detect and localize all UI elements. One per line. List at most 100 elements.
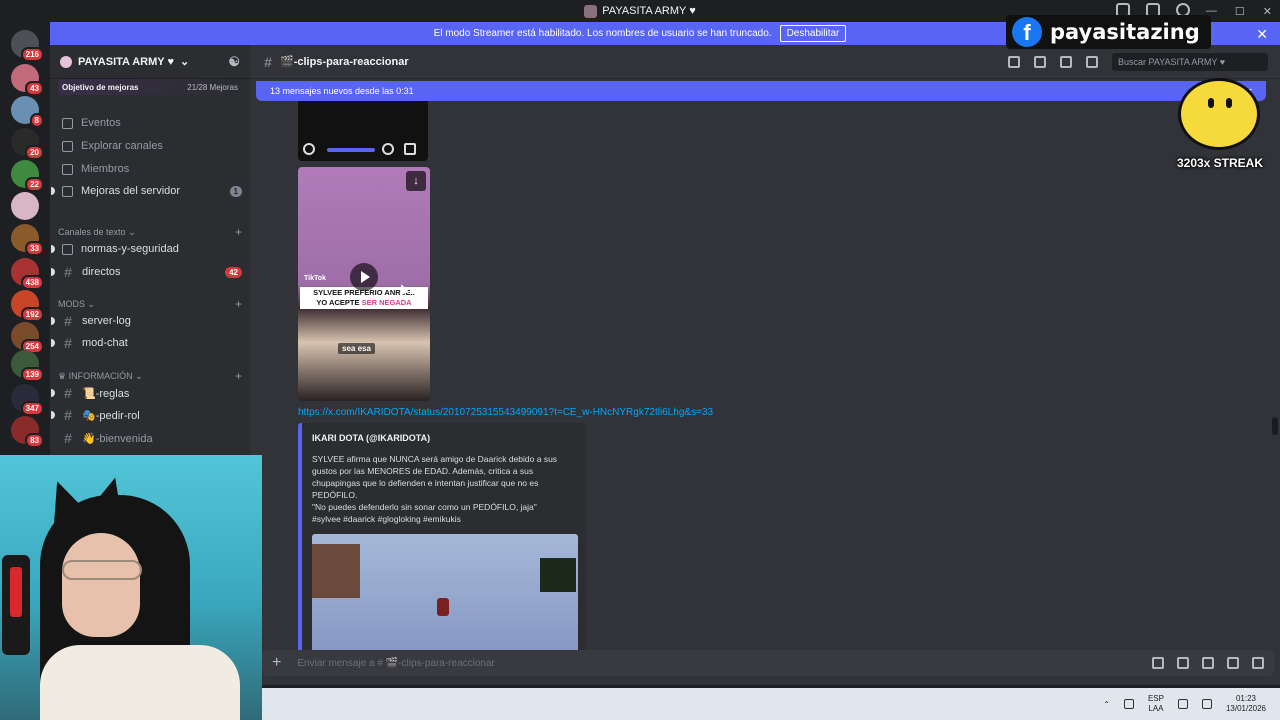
channel-pedir-rol[interactable]: # 🎭-pedir-rol <box>51 404 242 426</box>
mascot-icon <box>1178 78 1260 150</box>
unread-indicator <box>51 339 55 347</box>
chevron-up-icon[interactable]: ⌃ <box>1103 700 1110 709</box>
system-clock[interactable]: 01:23 13/01/2026 <box>1226 694 1266 714</box>
rules-icon <box>62 243 73 255</box>
channel-server-log[interactable]: # server-log <box>51 310 242 332</box>
nav-members[interactable]: Miembros <box>58 158 242 180</box>
server-icon[interactable]: 8 <box>11 96 44 128</box>
mascot-eye <box>1226 98 1232 108</box>
server-badge-icon <box>60 55 72 68</box>
browse-icon <box>62 140 73 152</box>
calendar-icon <box>62 117 73 129</box>
channel-normas[interactable]: normas-y-seguridad <box>51 238 242 260</box>
chevron-down-icon: ⌄ <box>179 56 190 68</box>
message-composer[interactable]: + Enviar mensaje a # 🎬-clips-para-reacci… <box>262 650 1274 676</box>
embed-image[interactable] <box>312 534 578 653</box>
category-text-channels[interactable]: Canales de texto ⌄ + <box>58 225 242 239</box>
download-icon[interactable]: ↓ <box>406 171 426 191</box>
channel-directos[interactable]: # directos 42 <box>51 261 242 283</box>
nav-server-boosts[interactable]: Mejoras del servidor 1 <box>51 180 242 202</box>
gif-icon[interactable] <box>1177 657 1189 669</box>
unread-indicator <box>51 187 55 195</box>
video-attachment[interactable]: ↓ TikTok SYLVEE PREFERIO ANRSE.. YO ACEP… <box>298 167 430 401</box>
header-toolbar: Buscar PAYASITA ARMY ♥ <box>1008 52 1268 71</box>
hash-icon: # <box>264 53 272 70</box>
category-informacion[interactable]: ♛ INFORMACIÓN ⌄ + <box>58 369 242 383</box>
language-indicator[interactable]: ESP LAA <box>1148 694 1164 714</box>
streamer-mode-text: El modo Streamer está habilitado. Los no… <box>433 28 772 39</box>
video-player[interactable] <box>298 101 428 161</box>
streak-label: 3203x STREAK <box>1176 156 1264 170</box>
boost-goal-bar[interactable]: Objetivo de mejoras 21/28 Mejoras <box>58 79 242 95</box>
play-icon[interactable] <box>350 263 378 291</box>
server-icon[interactable]: 22 <box>11 160 44 192</box>
apps-icon[interactable] <box>1252 657 1264 669</box>
scrollbar[interactable] <box>1272 417 1278 435</box>
channel-reglas[interactable]: # 📜-reglas <box>51 382 242 404</box>
microphone-icon[interactable] <box>1123 699 1134 709</box>
member-list-icon[interactable] <box>1086 55 1098 68</box>
embed-description: SYLVEE afirma que NUNCA será amigo de Da… <box>312 454 558 524</box>
fullscreen-icon[interactable] <box>404 143 416 155</box>
window-title-text: PAYASITA ARMY ♥ <box>602 5 696 17</box>
server-icon[interactable]: 438 <box>11 258 44 290</box>
server-icon[interactable]: 20 <box>11 128 44 160</box>
channel-mod-chat[interactable]: # mod-chat <box>51 332 242 354</box>
invite-icon[interactable]: ☯ <box>228 54 240 70</box>
gift-icon[interactable] <box>1152 657 1164 669</box>
server-icon[interactable]: 43 <box>11 64 44 96</box>
add-channel-icon[interactable]: + <box>235 369 242 383</box>
server-icon[interactable]: 192 <box>11 290 44 322</box>
server-icon[interactable]: 347 <box>11 384 44 416</box>
channel-bienvenida[interactable]: # 👋-bienvenida <box>58 427 242 449</box>
add-channel-icon[interactable]: + <box>235 225 242 239</box>
add-channel-icon[interactable]: + <box>235 297 242 311</box>
embed-image-character <box>437 598 449 616</box>
server-icon[interactable]: 83 <box>11 416 44 448</box>
boost-icon <box>62 185 73 197</box>
new-messages-text: 13 mensajes nuevos desde las 0:31 <box>270 86 414 96</box>
search-input[interactable]: Buscar PAYASITA ARMY ♥ <box>1112 52 1268 71</box>
chevron-down-icon: ⌄ <box>87 298 96 309</box>
server-name: PAYASITA ARMY ♥ <box>78 55 174 68</box>
window-title: PAYASITA ARMY ♥ <box>584 4 696 18</box>
streamer-face <box>62 533 140 637</box>
unread-indicator <box>51 411 55 419</box>
emoji-icon[interactable] <box>1227 657 1239 669</box>
add-attachment-icon[interactable]: + <box>272 654 281 672</box>
network-icon[interactable] <box>1177 699 1188 709</box>
sticker-icon[interactable] <box>1202 657 1214 669</box>
embed-author[interactable]: IKARI DOTA (@IKARIDOTA) <box>312 433 576 443</box>
volume-slider[interactable] <box>327 148 375 152</box>
direct-messages-icon[interactable]: 216 <box>11 30 44 62</box>
disable-streamer-button[interactable]: Deshabilitar <box>779 25 847 42</box>
replay-icon[interactable] <box>303 143 315 155</box>
server-header[interactable]: PAYASITA ARMY ♥ ⌄ ☯ <box>50 45 250 79</box>
message-link[interactable]: https://x.com/IKARIDOTA/status/201072531… <box>298 407 713 418</box>
new-messages-bar[interactable]: 13 mensajes nuevos desde las 0:31 Mar <box>256 81 1266 101</box>
threads-icon[interactable] <box>1008 55 1020 68</box>
nav-browse-channels[interactable]: Explorar canales <box>58 135 242 157</box>
nav-events[interactable]: Eventos <box>58 112 242 134</box>
chevron-down-icon: ⌄ <box>135 370 143 381</box>
pin-icon[interactable] <box>1060 55 1072 68</box>
maximize-icon[interactable]: ☐ <box>1235 5 1245 18</box>
server-avatar-icon <box>584 4 598 18</box>
speaker-icon[interactable] <box>1201 699 1212 709</box>
server-icon[interactable]: 139 <box>11 350 44 382</box>
message-input[interactable]: Enviar mensaje a # 🎬-clips-para-reaccion… <box>297 658 495 669</box>
notifications-muted-icon[interactable] <box>1034 55 1046 68</box>
message-list[interactable]: 13 mensajes nuevos desde las 0:31 Mar ↓ … <box>250 79 1280 685</box>
volume-icon[interactable] <box>382 143 394 155</box>
server-icon[interactable] <box>11 192 39 220</box>
close-window-icon[interactable]: ✕ <box>1263 5 1272 18</box>
unread-indicator <box>51 317 55 325</box>
category-mods[interactable]: MODS ⌄ + <box>58 297 242 311</box>
crown-icon: ♛ <box>58 370 67 381</box>
members-icon <box>62 163 73 175</box>
hash-icon: # <box>64 264 72 280</box>
server-icon[interactable]: 33 <box>11 224 44 256</box>
server-icon[interactable]: 254 <box>11 322 44 354</box>
facebook-icon: f <box>1012 17 1042 47</box>
close-banner-icon[interactable]: ✕ <box>1256 26 1268 43</box>
